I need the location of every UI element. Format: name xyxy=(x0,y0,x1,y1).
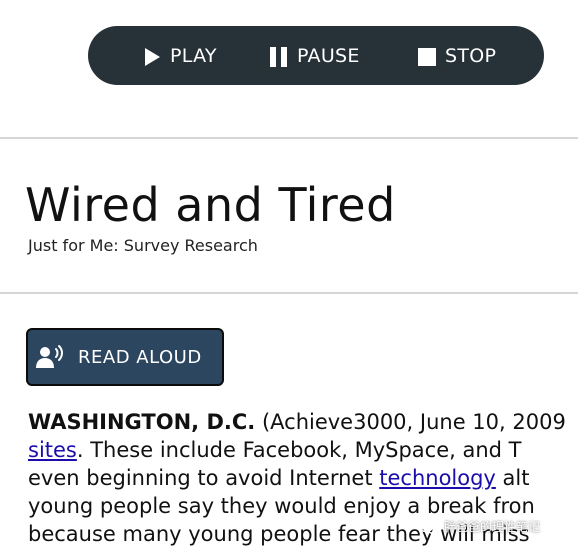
play-label: PLAY xyxy=(170,44,217,67)
top-divider xyxy=(0,137,578,139)
play-icon xyxy=(145,47,160,66)
article-line: young people say they would enjoy a brea… xyxy=(28,492,578,520)
stop-label: STOP xyxy=(445,44,497,67)
article-subtitle: Just for Me: Survey Research xyxy=(28,236,258,255)
pause-label: PAUSE xyxy=(297,44,360,67)
article-text: . These include Facebook, MySpace, and T xyxy=(76,438,522,462)
article-line: even beginning to avoid Internet technol… xyxy=(28,464,578,492)
article-title: Wired and Tired xyxy=(25,178,396,232)
header-divider xyxy=(0,292,578,294)
pause-button[interactable]: PAUSE xyxy=(270,26,360,85)
page: PLAY PAUSE STOP Wired and Tired Just for… xyxy=(0,0,578,554)
technology-link[interactable]: technology xyxy=(379,466,496,490)
article-text: even beginning to avoid Internet xyxy=(28,466,380,490)
pause-icon xyxy=(270,46,287,67)
article-text: alt xyxy=(495,466,530,490)
stop-button[interactable]: STOP xyxy=(418,26,496,85)
chat-bubble-icon xyxy=(418,519,438,534)
play-button[interactable]: PLAY xyxy=(145,26,217,85)
article-text: (Achieve3000, June 10, 2009 xyxy=(255,410,566,434)
read-aloud-label: READ ALOUD xyxy=(78,346,202,368)
article-text: young people say they would enjoy a brea… xyxy=(28,494,535,518)
sites-link[interactable]: sites xyxy=(28,438,77,462)
article-line: sites. These include Facebook, MySpace, … xyxy=(28,436,578,464)
audio-player-bar: PLAY PAUSE STOP xyxy=(88,26,544,85)
watermark-text: 胖爸爸的理性笔记 xyxy=(444,520,541,534)
watermark: 胖爸爸的理性笔记 xyxy=(418,518,540,535)
article-line: WASHINGTON, D.C. (Achieve3000, June 10, … xyxy=(28,408,578,436)
dateline: WASHINGTON, D.C. xyxy=(28,410,256,434)
stop-icon xyxy=(418,48,436,66)
speaking-person-icon xyxy=(36,345,63,368)
read-aloud-button[interactable]: READ ALOUD xyxy=(26,328,224,386)
